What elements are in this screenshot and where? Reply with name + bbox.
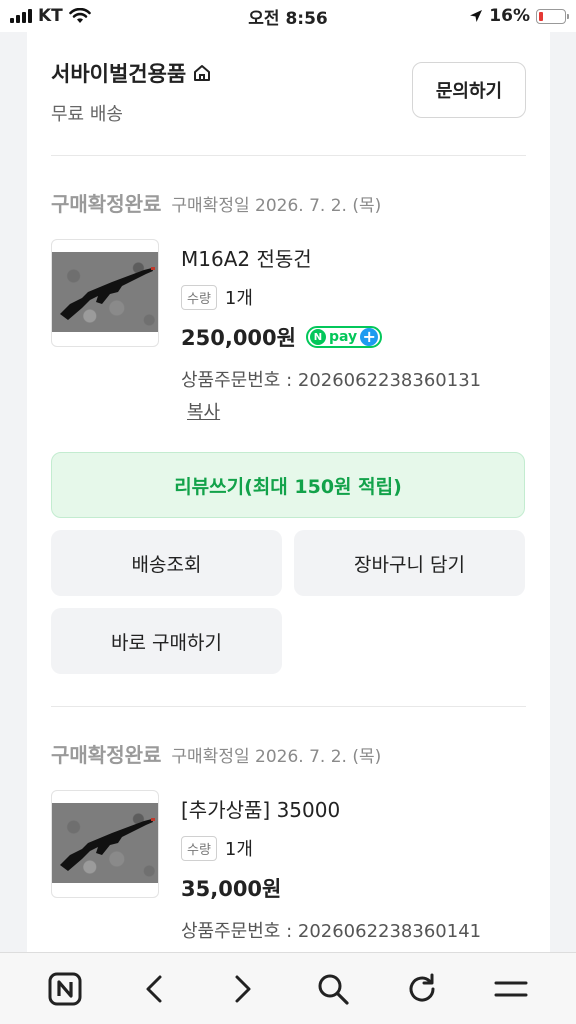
copy-link[interactable]: 복사: [187, 398, 220, 424]
product-thumbnail[interactable]: [51, 790, 159, 898]
order-status: 구매확정완료: [51, 192, 162, 216]
store-header: 서바이벌건용품 무료 배송 문의하기: [51, 32, 526, 156]
order-number: 상품주문번호 : 2026062238360141: [181, 921, 482, 942]
npay-plus-badge: N pay +: [305, 326, 383, 348]
product-name[interactable]: [추가상품] 35000: [181, 794, 526, 823]
signal-icon: [10, 9, 32, 23]
order-card: 서바이벌건용품 무료 배송 문의하기 구매확정완료 구매확정일 2026. 7.…: [27, 32, 550, 952]
qty-badge: 수량: [181, 835, 217, 861]
forward-icon[interactable]: [221, 967, 265, 1011]
browser-toolbar: [0, 952, 576, 1024]
order-number: 상품주문번호 : 2026062238360131: [181, 370, 482, 391]
buy-now-button[interactable]: 바로 구매하기: [51, 608, 282, 674]
battery-percent: 16%: [489, 6, 530, 26]
location-arrow-icon: [470, 10, 483, 22]
track-delivery-button[interactable]: 배송조회: [51, 530, 282, 596]
npay-n-icon: N: [309, 329, 326, 345]
inquiry-button[interactable]: 문의하기: [412, 62, 526, 118]
order-item: 구매확정완료 구매확정일 2026. 7. 2. (목) [추가상품] 3500…: [51, 739, 526, 952]
menu-icon[interactable]: [489, 967, 533, 1011]
rifle-image: [60, 818, 155, 871]
order-status: 구매확정완료: [51, 743, 162, 767]
plus-icon: +: [360, 328, 379, 346]
shipping-label: 무료 배송: [51, 104, 123, 125]
qty-badge: 수량: [181, 284, 217, 310]
back-icon[interactable]: [132, 967, 176, 1011]
naver-home-icon[interactable]: [43, 967, 87, 1011]
write-review-button[interactable]: 리뷰쓰기(최대 150원 적립): [51, 452, 525, 518]
rifle-image: [60, 267, 155, 320]
price: 35,000원: [181, 877, 282, 901]
wifi-icon: [68, 8, 91, 23]
search-icon[interactable]: [311, 967, 355, 1011]
divider: [51, 706, 526, 707]
home-icon: [194, 65, 211, 81]
status-bar: KT 오전 8:56 16%: [0, 0, 576, 32]
confirm-date: 구매확정일 2026. 7. 2. (목): [171, 747, 382, 767]
price: 250,000원: [181, 326, 296, 350]
confirm-date: 구매확정일 2026. 7. 2. (목): [171, 196, 382, 216]
npay-label: pay: [328, 329, 358, 345]
refresh-icon[interactable]: [400, 967, 444, 1011]
order-item: 구매확정완료 구매확정일 2026. 7. 2. (목) M16A2 전동건 수…: [51, 188, 526, 674]
qty-value: 1개: [224, 288, 253, 309]
product-name[interactable]: M16A2 전동건: [181, 243, 526, 272]
carrier-label: KT: [38, 6, 63, 26]
product-thumbnail[interactable]: [51, 239, 159, 347]
store-name[interactable]: 서바이벌건용품: [51, 58, 412, 88]
battery-icon: [536, 8, 569, 24]
store-name-label: 서바이벌건용품: [51, 62, 187, 86]
qty-value: 1개: [224, 839, 253, 860]
add-to-cart-button[interactable]: 장바구니 담기: [294, 530, 525, 596]
